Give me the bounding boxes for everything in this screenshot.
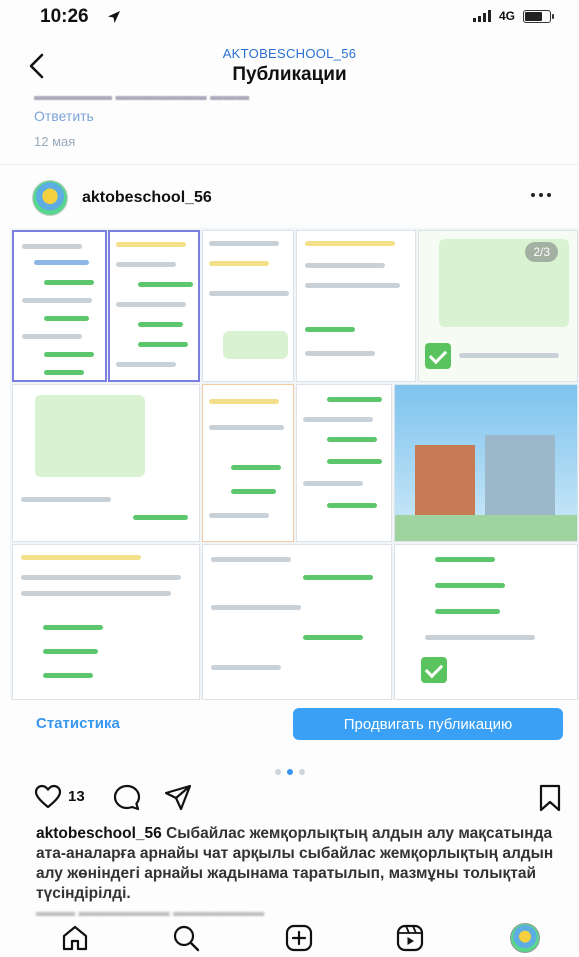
chat-screenshot <box>12 544 200 700</box>
carousel-dot-active <box>286 769 293 775</box>
chat-screenshot <box>394 544 578 700</box>
chat-screenshot <box>202 544 392 700</box>
post-insights-row: Статистика Продвигать публикацию <box>0 704 579 744</box>
profile-avatar[interactable] <box>510 923 540 953</box>
divider <box>0 164 579 165</box>
share-icon[interactable] <box>163 783 193 813</box>
comment-icon[interactable] <box>112 783 142 813</box>
previous-comment-text: ▬▬▬▬▬▬ ▬▬▬▬▬▬▬ ▬▬▬ <box>34 88 250 103</box>
promote-button[interactable]: Продвигать публикацию <box>293 708 563 740</box>
create-post-icon[interactable] <box>284 923 314 953</box>
comment-date: 12 мая <box>34 134 76 149</box>
chat-screenshot <box>296 230 416 382</box>
heart-icon[interactable] <box>34 784 62 810</box>
chat-screenshot <box>202 384 294 542</box>
bookmark-icon[interactable] <box>538 783 562 813</box>
likes-count[interactable]: 13 <box>68 788 85 805</box>
carousel-dot <box>274 769 281 775</box>
status-bar: 10:26 4G <box>0 0 579 40</box>
post-image[interactable]: 2/3 <box>10 228 579 700</box>
school-photo <box>394 384 578 542</box>
search-icon[interactable] <box>171 923 201 953</box>
post-caption: aktobeschool_56 Сыбайлас жемқорлықтың ал… <box>36 824 556 904</box>
chat-screenshot <box>12 230 107 382</box>
post-username[interactable]: aktobeschool_56 <box>82 189 212 207</box>
chat-screenshot <box>12 384 200 542</box>
carousel-page-indicator: 2/3 <box>525 242 558 262</box>
home-icon[interactable] <box>60 923 90 953</box>
statistics-link[interactable]: Статистика <box>36 715 120 732</box>
clock: 10:26 <box>40 6 89 27</box>
network-label: 4G <box>498 9 515 23</box>
status-indicators: 4G <box>472 9 554 23</box>
page-title: Публикации <box>232 64 347 85</box>
account-name: AKTOBESCHOOL_56 <box>222 46 357 61</box>
reply-link[interactable]: Ответить <box>34 108 94 124</box>
caption-username[interactable]: aktobeschool_56 <box>36 825 162 842</box>
chat-screenshot <box>296 384 392 542</box>
location-arrow-icon <box>108 11 120 23</box>
post-header: aktobeschool_56 <box>0 172 579 224</box>
carousel-dot <box>298 769 305 775</box>
battery-icon <box>523 9 554 23</box>
chat-screenshot <box>202 230 294 382</box>
navigation-bar: AKTOBESCHOOL_56 Публикации <box>0 40 579 90</box>
ellipsis-icon[interactable] <box>529 190 553 200</box>
avatar[interactable] <box>32 180 68 216</box>
reels-icon[interactable] <box>395 923 425 953</box>
chat-screenshot <box>108 230 200 382</box>
post-actions: 13 <box>0 778 579 818</box>
bottom-tab-bar <box>0 917 579 957</box>
signal-icon <box>472 10 491 22</box>
